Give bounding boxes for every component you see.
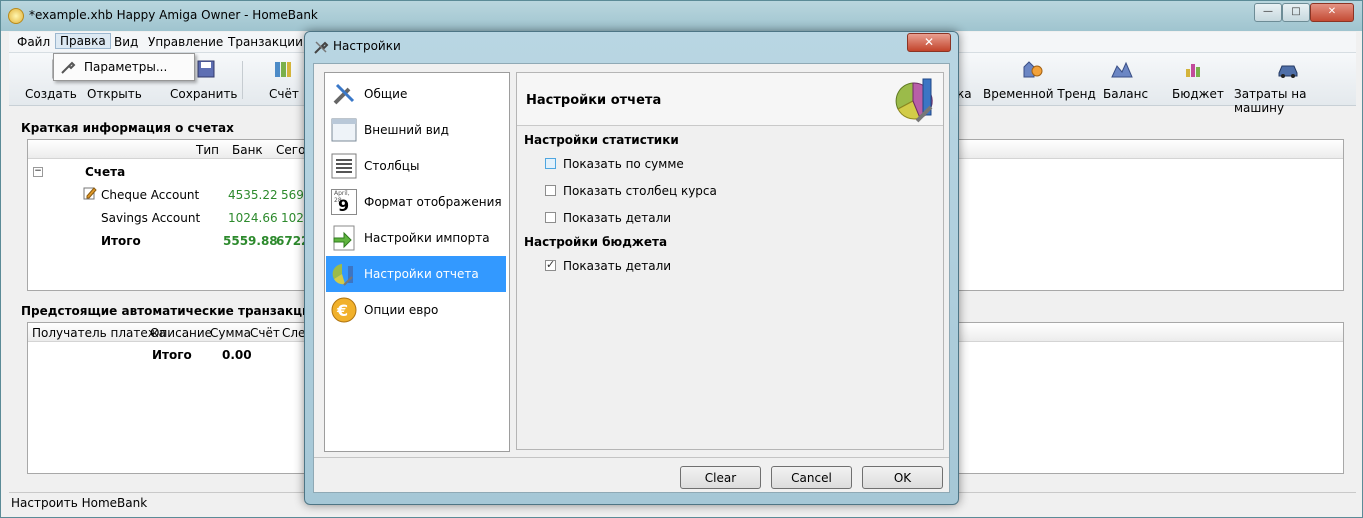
menu-file[interactable]: Файл: [17, 35, 50, 49]
group-title-statistics: Настройки статистики: [524, 133, 679, 147]
category-label: Общие: [364, 87, 408, 101]
category-label: Настройки отчета: [364, 267, 479, 281]
balance-icon[interactable]: [1111, 59, 1133, 79]
toolbar-new-label[interactable]: Создать: [25, 87, 77, 101]
window-icon: [331, 118, 357, 142]
category-list[interactable]: Общие Внешний вид Столбцы April, 28 9 Фо…: [324, 72, 510, 452]
category-display-format[interactable]: April, 28 9 Формат отображения: [326, 184, 506, 220]
category-label: Формат отображения: [364, 195, 502, 209]
category-label: Внешний вид: [364, 123, 449, 137]
toolbar-balance-label[interactable]: Баланс: [1103, 87, 1148, 101]
menu-edit[interactable]: Правка: [55, 33, 111, 49]
category-euro[interactable]: € Опции евро: [326, 292, 506, 328]
edit-pencil-icon: [83, 187, 97, 200]
dialog-title: Настройки: [333, 39, 401, 53]
tools-icon: [333, 83, 355, 105]
window-title: *example.xhb Happy Amiga Owner - HomeBan…: [29, 8, 318, 22]
scheduled-title: Предстоящие автоматические транзакции: [21, 304, 319, 318]
status-text: Настроить HomeBank: [11, 496, 148, 510]
maximize-button[interactable]: □: [1282, 3, 1310, 22]
account-row-bank: 1024.66: [228, 211, 278, 225]
account-row-name[interactable]: Cheque Account: [101, 188, 199, 202]
save-icon[interactable]: [195, 59, 217, 79]
toolbar-save-label[interactable]: Сохранить: [170, 87, 238, 101]
car-cost-icon[interactable]: [1277, 59, 1299, 79]
cancel-button[interactable]: Cancel: [771, 466, 852, 489]
checkbox-stat-show-details[interactable]: [545, 212, 556, 223]
calendar-icon-day: 9: [338, 196, 350, 215]
category-general[interactable]: Общие: [326, 76, 506, 112]
account-row-bank: 4535.22: [228, 188, 278, 202]
preferences-icon: [61, 61, 76, 74]
panel-header: Настройки отчета: [517, 73, 943, 126]
collapse-icon[interactable]: −: [33, 167, 43, 177]
import-icon: [333, 225, 355, 251]
toolbar-open-label[interactable]: Открыть: [87, 87, 142, 101]
calendar-icon: April, 28 9: [331, 189, 357, 215]
col-amount[interactable]: Сумма: [210, 326, 251, 340]
accounts-total-bank: 5559.88: [223, 234, 278, 248]
accounts-total-label: Итого: [101, 234, 141, 248]
minimize-button[interactable]: —: [1254, 3, 1282, 22]
report-chart-icon: [332, 264, 353, 286]
checkbox-budget-show-details[interactable]: [545, 258, 556, 271]
col-payee[interactable]: Получатель платежа: [32, 326, 166, 340]
category-label: Опции евро: [364, 303, 439, 317]
col-bank[interactable]: Банк: [232, 143, 263, 157]
checkbox-show-by-amount[interactable]: [545, 158, 556, 169]
ok-button[interactable]: OK: [862, 466, 943, 489]
clear-button[interactable]: Clear: [680, 466, 761, 489]
option-label[interactable]: Показать детали: [563, 211, 671, 225]
accounts-group-label: Счета: [85, 165, 126, 179]
preferences-panel: Настройки отчета Настройки статистики По…: [516, 72, 944, 450]
menu-transactions[interactable]: Транзакции: [228, 35, 303, 49]
option-label[interactable]: Показать детали: [563, 259, 671, 273]
account-row-name[interactable]: Savings Account: [101, 211, 200, 225]
category-columns[interactable]: Столбцы: [326, 148, 506, 184]
button-separator: [314, 457, 949, 458]
group-title-budget: Настройки бюджета: [524, 235, 668, 249]
option-label[interactable]: Показать по сумме: [563, 157, 684, 171]
budget-icon[interactable]: [1183, 59, 1205, 79]
category-report[interactable]: Настройки отчета: [326, 256, 506, 292]
account-icon[interactable]: [272, 59, 294, 79]
preferences-icon: [314, 41, 329, 54]
dialog-close-button[interactable]: ✕: [907, 33, 951, 52]
col-account[interactable]: Счёт: [250, 326, 280, 340]
menu-preferences[interactable]: Параметры...: [84, 60, 167, 74]
toolbar-separator: [242, 61, 243, 99]
preferences-dialog: Настройки ✕ Общие Внешний вид Столбцы Ap…: [304, 31, 959, 505]
category-label: Столбцы: [364, 159, 420, 173]
toolbar-car-cost-label[interactable]: Затраты на машину: [1234, 87, 1356, 115]
col-memo[interactable]: Описание: [150, 326, 212, 340]
close-button[interactable]: ✕: [1310, 3, 1354, 22]
euro-icon: €: [331, 297, 357, 323]
title-bar: *example.xhb Happy Amiga Owner - HomeBan…: [1, 1, 1362, 31]
dialog-body: Общие Внешний вид Столбцы April, 28 9 Фо…: [313, 63, 950, 493]
toolbar-budget-label[interactable]: Бюджет: [1172, 87, 1224, 101]
columns-icon: [331, 153, 357, 179]
edit-dropdown-menu: Параметры...: [53, 53, 195, 81]
menu-view[interactable]: Вид: [114, 35, 138, 49]
homebank-app-icon: [8, 8, 24, 24]
toolbar-partial-label[interactable]: ка: [957, 87, 972, 101]
trend-time-icon[interactable]: [1022, 59, 1044, 79]
toolbar-time-trend-label[interactable]: Временной Тренд: [983, 87, 1096, 101]
report-chart-icon: [895, 78, 933, 123]
checkbox-show-rate-column[interactable]: [545, 185, 556, 196]
scheduled-total-label: Итого: [152, 348, 192, 362]
option-label[interactable]: Показать столбец курса: [563, 184, 717, 198]
category-import[interactable]: Настройки импорта: [326, 220, 506, 256]
panel-title: Настройки отчета: [526, 93, 662, 108]
category-appearance[interactable]: Внешний вид: [326, 112, 506, 148]
accounts-summary-title: Краткая информация о счетах: [21, 121, 234, 135]
scheduled-total-value: 0.00: [222, 348, 252, 362]
menu-manage[interactable]: Управление: [148, 35, 223, 49]
category-label: Настройки импорта: [364, 231, 490, 245]
col-type[interactable]: Тип: [196, 143, 219, 157]
toolbar-account-label[interactable]: Счёт: [269, 87, 299, 101]
svg-text:€: €: [336, 301, 348, 320]
